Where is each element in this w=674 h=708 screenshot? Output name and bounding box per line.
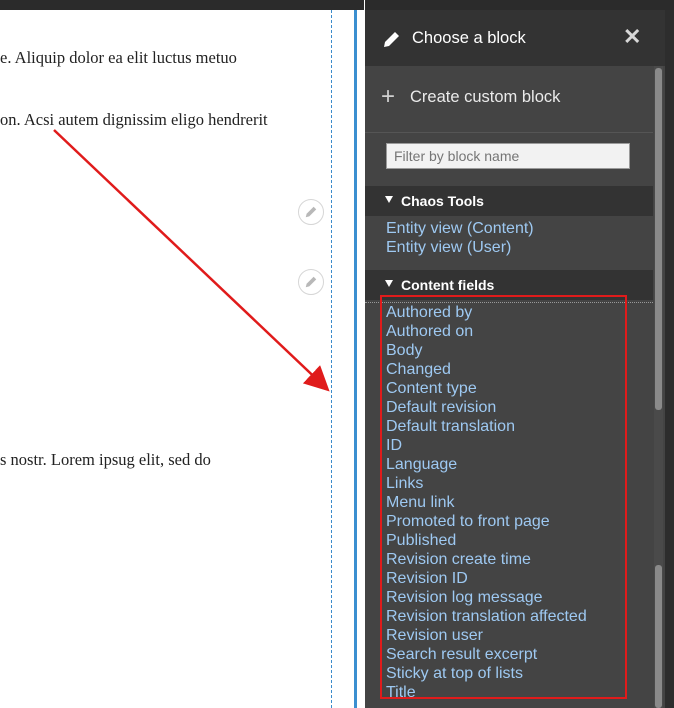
- panel-gap: [357, 10, 365, 708]
- window-edge: [665, 10, 674, 708]
- choose-block-panel: Choose a block ✕ + Create custom block C…: [365, 10, 665, 708]
- edit-block-button[interactable]: [298, 269, 324, 295]
- region-dashed-border: [331, 10, 332, 708]
- pencil-icon: [384, 30, 401, 47]
- filter-block-input[interactable]: [386, 143, 630, 169]
- triangle-down-icon: [385, 196, 393, 203]
- content-paragraph: s nostr. Lorem ipsug elit, sed do: [0, 450, 211, 469]
- edit-block-button[interactable]: [298, 199, 324, 225]
- section-label: Chaos Tools: [401, 193, 484, 209]
- block-link[interactable]: Entity view (User): [386, 238, 534, 257]
- pencil-icon: [305, 206, 317, 218]
- section-label: Content fields: [401, 277, 495, 293]
- chaos-tools-list: Entity view (Content) Entity view (User): [386, 219, 534, 257]
- panel-top-strip: [365, 0, 674, 10]
- annotation-highlight-box: [380, 295, 627, 699]
- scrollbar-thumb[interactable]: [655, 68, 662, 410]
- block-link[interactable]: Entity view (Content): [386, 219, 534, 238]
- section-toggle-chaos-tools[interactable]: Chaos Tools: [365, 186, 653, 216]
- page-content: e. Aliquip dolor ea elit luctus metuo on…: [0, 10, 355, 708]
- create-custom-block-button[interactable]: + Create custom block: [365, 66, 653, 133]
- scrollbar-thumb[interactable]: [655, 565, 662, 708]
- plus-icon: +: [381, 83, 396, 110]
- panel-title: Choose a block: [412, 29, 526, 47]
- create-custom-block-label: Create custom block: [410, 88, 561, 106]
- content-paragraph: on. Acsi autem dignissim eligo hendrerit: [0, 110, 268, 129]
- panel-header: Choose a block ✕: [365, 10, 665, 66]
- triangle-down-icon: [385, 280, 393, 287]
- top-bar: [0, 0, 364, 10]
- close-icon[interactable]: ✕: [623, 26, 641, 48]
- content-paragraph: e. Aliquip dolor ea elit luctus metuo: [0, 48, 237, 67]
- pencil-icon: [305, 276, 317, 288]
